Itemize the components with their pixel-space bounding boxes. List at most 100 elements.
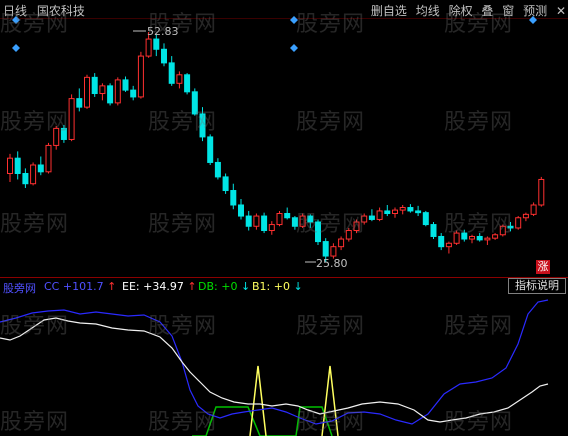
candle-body (161, 48, 167, 64)
candle-body (107, 85, 114, 104)
candle-body (399, 207, 406, 211)
down-arrow-icon: ↓ (240, 280, 251, 293)
candle-body (199, 113, 206, 138)
b1-label: B1: (252, 280, 271, 293)
candle-body (137, 55, 144, 98)
indicator-header: 股旁网 CC +101.7 ↑ EE: +34.97 ↑ DB: +0 ↓ B1… (0, 278, 568, 296)
candle-body (245, 215, 252, 227)
candle-body (376, 210, 383, 220)
candlestick-series (7, 32, 545, 262)
candle-body (522, 213, 529, 219)
indicator-b1-spikes (249, 365, 339, 436)
candle-body (45, 144, 52, 173)
candle-body (469, 235, 475, 240)
candle-body (22, 173, 29, 185)
candle-body (338, 238, 345, 248)
indicator-value-ee: EE: +34.97 ↑ (122, 280, 197, 293)
candle-body (407, 207, 414, 212)
candle-body (30, 164, 37, 185)
indicator-ee-line (0, 317, 549, 423)
candle-body (276, 212, 283, 226)
candle-body (315, 221, 321, 243)
event-marker-icon (290, 44, 298, 52)
candle-body (384, 210, 391, 214)
candle-body (238, 204, 244, 217)
candle-body (191, 91, 198, 115)
event-marker-icon (290, 16, 298, 24)
candle-body (515, 217, 522, 229)
indicator-value-db: DB: +0 ↓ (198, 280, 250, 293)
event-marker-icon (12, 44, 20, 52)
candle-body (122, 79, 129, 91)
candle-body (476, 235, 483, 241)
candle-body (214, 161, 221, 178)
candle-body (145, 38, 152, 57)
candle-body (499, 225, 506, 236)
candle-body (507, 225, 514, 229)
event-marker-icon (12, 16, 20, 24)
candle-body (345, 230, 352, 240)
candle-body (368, 215, 375, 220)
candle-body (99, 85, 106, 95)
b1-value: +0 (273, 280, 290, 293)
indicator-name[interactable]: 股旁网 (3, 280, 36, 296)
candle-body (392, 209, 398, 214)
candle-body (261, 215, 268, 232)
cc-value: +101.7 (62, 280, 104, 293)
candle-body (445, 242, 452, 248)
candle-body (268, 224, 275, 232)
indicator-value-cc: CC +101.7 ↑ (44, 280, 116, 293)
candle-body (307, 215, 314, 223)
candle-body (14, 157, 21, 175)
candle-body (184, 74, 191, 93)
candle-body (230, 190, 237, 206)
candle-body (7, 157, 13, 175)
event-marker-icon (529, 16, 537, 24)
limit-up-badge: 涨 (536, 260, 550, 274)
candle-body (538, 178, 545, 206)
candle-body (153, 38, 160, 50)
candle-body (284, 212, 291, 219)
candle-body (91, 76, 98, 95)
candle-body (415, 210, 422, 214)
candle-body (322, 241, 329, 257)
db-value: +0 (221, 280, 238, 293)
candle-body (84, 76, 90, 108)
candle-body (76, 98, 83, 108)
up-arrow-icon: ↑ (187, 280, 197, 293)
candle-body (207, 136, 214, 163)
candle-body (37, 164, 44, 173)
candle-body (361, 215, 368, 223)
candle-body (299, 215, 306, 227)
candle-body (422, 212, 429, 226)
candle-body (438, 235, 445, 248)
ee-value: +34.97 (143, 280, 184, 293)
high-price-label: 52.83 (147, 25, 179, 38)
indicator-help-button[interactable]: 指标说明 (508, 278, 566, 294)
up-arrow-icon: ↑ (107, 280, 117, 293)
candle-body (222, 176, 229, 192)
candle-body (53, 127, 60, 146)
candle-body (68, 98, 75, 140)
candle-body (453, 232, 460, 244)
candle-body (353, 221, 360, 232)
ee-label: EE: (122, 280, 140, 293)
candle-body (114, 79, 121, 104)
db-label: DB: (198, 280, 218, 293)
candle-body (484, 237, 491, 241)
candle-body (253, 215, 260, 227)
indicator-value-b1: B1: +0 ↓ (252, 280, 303, 293)
low-price-label: 25.80 (316, 257, 348, 270)
candle-body (168, 62, 175, 84)
down-arrow-icon: ↓ (293, 280, 303, 293)
candle-body (461, 232, 468, 240)
candle-body (130, 89, 137, 98)
candle-body (60, 127, 67, 140)
candle-body (291, 217, 298, 227)
candle-body (176, 74, 183, 84)
cc-label: CC (44, 280, 60, 293)
candle-body (430, 224, 437, 237)
candle-body (492, 234, 499, 239)
candle-body (330, 246, 337, 257)
stock-chart: 52.83 25.80 (0, 16, 568, 436)
